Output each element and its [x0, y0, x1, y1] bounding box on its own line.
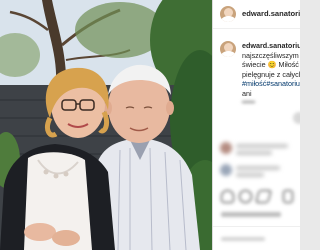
commenter-avatar[interactable]: [220, 164, 232, 176]
add-comment-placeholder: [221, 237, 265, 241]
post-actions: [213, 186, 300, 208]
instagram-post-view: edward.sanatorium edward.sanatorium najs…: [0, 0, 300, 250]
caption-line-5: ani: [242, 88, 252, 98]
comment-row: [218, 140, 298, 160]
share-icon[interactable]: [255, 190, 272, 203]
caption-line-1: najszczęśliwszym cz: [242, 50, 300, 60]
comment-line: [236, 144, 288, 148]
comment-line: [236, 151, 272, 155]
caption-line-2-end: Miłość k: [278, 60, 300, 69]
post-side-panel: edward.sanatorium edward.sanatorium najs…: [212, 0, 300, 250]
comment-icon[interactable]: [239, 190, 252, 203]
comment-row: [218, 162, 298, 182]
caption-username[interactable]: edward.sanatorium: [242, 41, 300, 50]
commenter-avatar[interactable]: [220, 142, 232, 154]
post-photo[interactable]: [0, 0, 212, 250]
post-header: edward.sanatorium: [213, 0, 300, 29]
comment-line: [236, 173, 264, 177]
user-avatar[interactable]: [220, 6, 236, 22]
more-options-icon[interactable]: [293, 112, 300, 124]
caption-hashtags[interactable]: #miłość#sanatorium: [242, 79, 300, 89]
caption-line-2: świecie 😊 Miłość k: [242, 60, 300, 70]
couple-photo-illustration: [0, 0, 212, 250]
header-username[interactable]: edward.sanatorium: [242, 9, 300, 18]
likes-count[interactable]: [221, 212, 281, 217]
heart-icon[interactable]: [221, 190, 234, 203]
post-timestamp: ▬▬: [242, 98, 255, 105]
comment-line: [236, 166, 280, 170]
caption-avatar[interactable]: [220, 41, 236, 57]
caption-text: edward.sanatorium najszczęśliwszym cz św…: [242, 41, 300, 98]
caption-line-2-start: świecie: [242, 60, 268, 69]
smile-emoji-icon: 😊: [267, 60, 277, 69]
bookmark-icon[interactable]: [283, 190, 293, 203]
caption-line-3: pielęgnuje z całych: [242, 69, 300, 79]
add-comment-field[interactable]: [213, 226, 300, 250]
